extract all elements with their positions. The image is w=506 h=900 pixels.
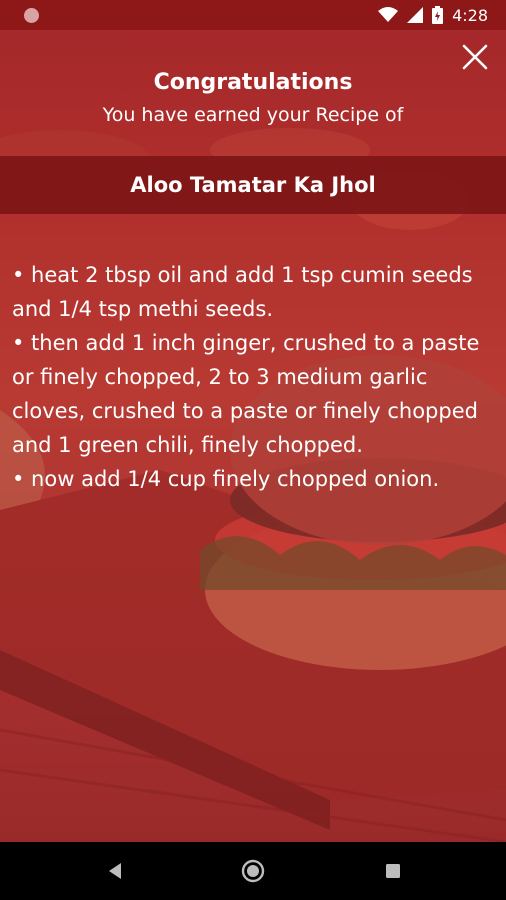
navigation-bar: [0, 842, 506, 900]
close-icon: [462, 44, 488, 70]
recipe-step: • heat 2 tbsp oil and add 1 tsp cumin se…: [12, 263, 473, 321]
recipe-name: Aloo Tamatar Ka Jhol: [130, 173, 376, 197]
back-icon: [109, 863, 121, 879]
status-time: 4:28: [452, 5, 488, 25]
status-icons: 4:28: [378, 0, 488, 30]
notification-dot-icon: [24, 8, 39, 23]
earned-subtitle: You have earned your Recipe of: [102, 104, 404, 126]
recipe-steps: • heat 2 tbsp oil and add 1 tsp cumin se…: [12, 258, 494, 496]
recents-icon: [386, 864, 400, 878]
recipe-step: • then add 1 inch ginger, crushed to a p…: [12, 331, 480, 457]
recipe-reward-screen: Congratulations You have earned your Rec…: [0, 30, 506, 842]
battery-icon: [432, 6, 444, 24]
recents-button[interactable]: [378, 856, 408, 886]
wifi-icon: [378, 7, 399, 23]
signal-icon: [407, 7, 424, 23]
back-button[interactable]: [100, 856, 130, 886]
recipe-step: • now add 1/4 cup finely chopped onion.: [12, 467, 440, 491]
home-icon: [241, 859, 265, 883]
congratulations-title: Congratulations: [153, 70, 353, 95]
close-button[interactable]: [460, 42, 490, 72]
recipe-name-band: Aloo Tamatar Ka Jhol: [0, 156, 506, 214]
status-bar: 4:28: [0, 0, 506, 30]
home-button[interactable]: [238, 856, 268, 886]
